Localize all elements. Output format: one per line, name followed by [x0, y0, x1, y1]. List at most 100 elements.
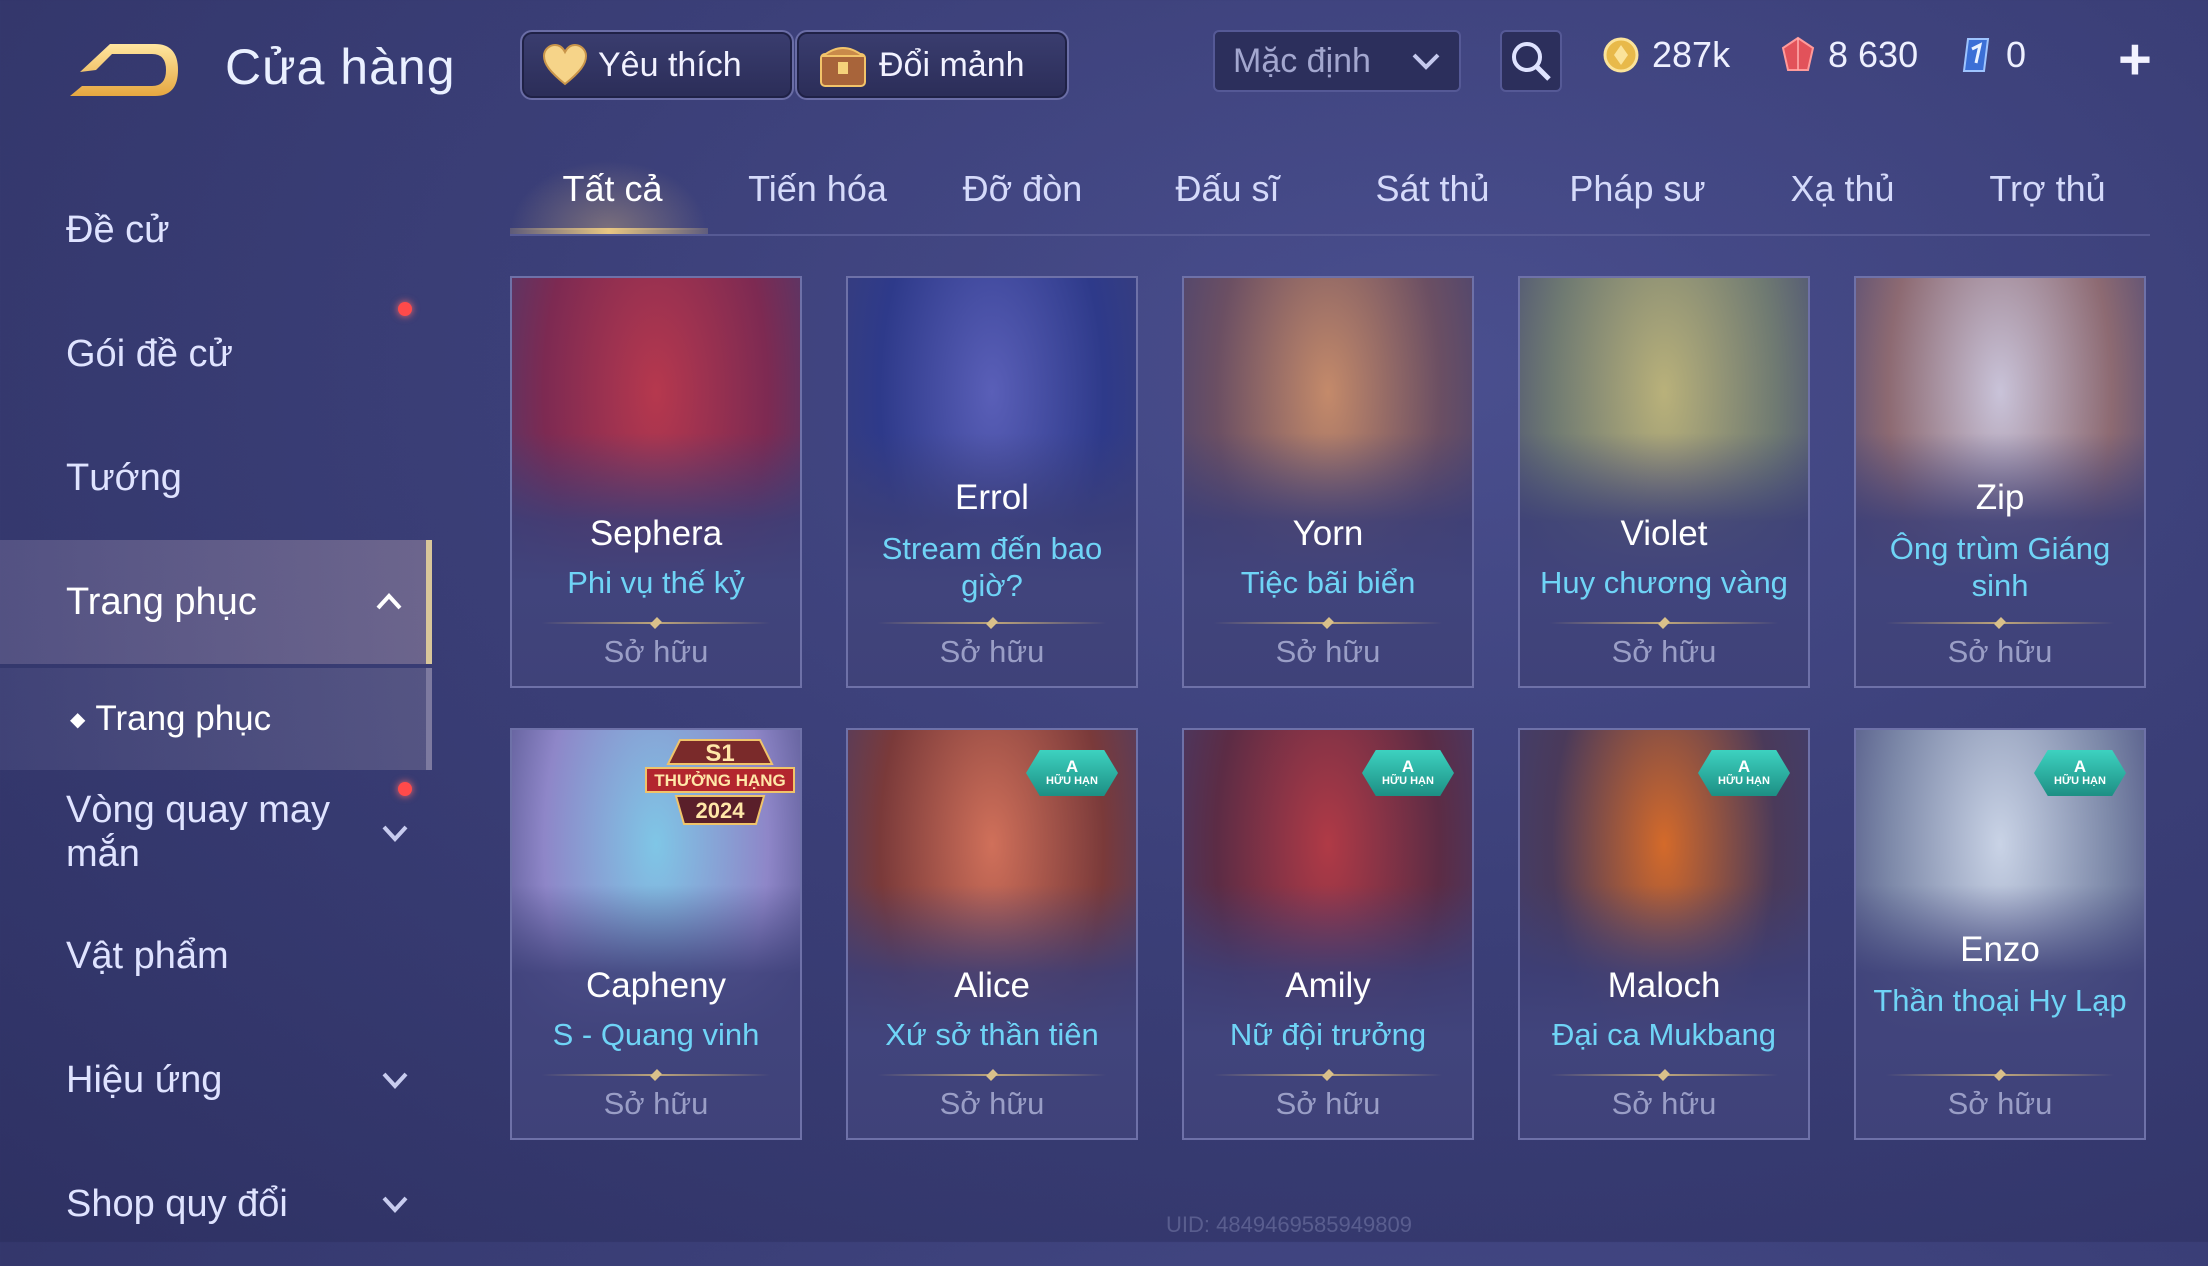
crystal-icon: [1962, 38, 1990, 72]
sidebar-item-skins[interactable]: Trang phục: [0, 540, 432, 664]
player-uid: UID: 4849469585949809: [1166, 1212, 1412, 1237]
page-title: Cửa hàng: [225, 39, 456, 95]
skin-card[interactable]: Sephera Phi vụ thế kỷ Sở hữu: [510, 276, 802, 688]
tab-fighter[interactable]: Đấu sĩ: [1125, 168, 1330, 210]
owned-status: Sở hữu: [1947, 1086, 2053, 1121]
role-tabs: Tất cả Tiến hóa Đỡ đòn Đấu sĩ Sát thủ Ph…: [510, 160, 2150, 236]
sidebar-item-label: Tướng: [66, 456, 182, 499]
skin-name: Thần thoại Hy Lạp: [1873, 983, 2127, 1018]
notification-dot: [398, 302, 412, 316]
skin-card[interactable]: Enzo Thần thoại Hy Lạp Sở hữu A HỮU HẠN: [1854, 728, 2146, 1140]
badge-grade: A: [1737, 756, 1751, 776]
chevron-up-icon: [376, 593, 402, 610]
tab-mage[interactable]: Pháp sư: [1535, 168, 1740, 210]
gold-amount: 287k: [1652, 34, 1731, 75]
sidebar-subitem-skins[interactable]: ◆ Trang phục: [0, 668, 432, 770]
sort-dropdown[interactable]: Mặc định: [1213, 30, 1461, 92]
crystal-amount: 0: [2006, 34, 2027, 75]
favorites-button[interactable]: Yêu thích: [520, 30, 794, 100]
sidebar-item-lucky-spin[interactable]: Vòng quay may mắn: [0, 770, 432, 894]
search-icon: [1512, 42, 1551, 81]
bullet-diamond-icon: ◆: [70, 708, 86, 731]
shard-exchange-button[interactable]: Đổi mảnh: [795, 30, 1069, 100]
badge-season: S1: [705, 740, 734, 767]
chevron-down-icon: [1412, 53, 1440, 70]
limited-badge: A HỮU HẠN: [1026, 750, 1118, 796]
back-arrow-icon: [70, 44, 178, 96]
tab-assassin[interactable]: Sát thủ: [1330, 168, 1535, 210]
hero-name: Enzo: [1960, 930, 2040, 969]
gold-counter: 287k: [1602, 34, 1730, 76]
hero-name: Errol: [955, 478, 1029, 517]
tab-all[interactable]: Tất cả: [510, 168, 715, 210]
sidebar-item-label: Hiệu ứng: [66, 1058, 223, 1101]
badge-title: THƯỞNG HẠNG: [654, 771, 786, 790]
skin-card[interactable]: Violet Huy chương vàng Sở hữu: [1518, 276, 1810, 688]
limited-badge: A HỮU HẠN: [1362, 750, 1454, 796]
hero-name: Capheny: [585, 966, 727, 1005]
skin-name: Huy chương vàng: [1540, 565, 1788, 600]
tab-support[interactable]: Trợ thủ: [1945, 168, 2150, 210]
favorites-label: Yêu thích: [598, 45, 742, 84]
skin-card[interactable]: Capheny S - Quang vinh Sở hữu S1 THƯỞNG HẠNG…: [510, 728, 802, 1140]
treasure-chest-icon: [820, 47, 866, 87]
badge-grade: A: [1401, 756, 1415, 776]
chevron-down-icon: [382, 825, 408, 842]
skin-name: Tiệc bãi biển: [1240, 565, 1416, 600]
skin-card[interactable]: Errol Stream đến bao giờ? Sở hữu: [846, 276, 1138, 688]
sidebar-item-items[interactable]: Vật phẩm: [0, 894, 432, 1018]
owned-status: Sở hữu: [603, 1086, 709, 1121]
hero-name: Violet: [1620, 514, 1708, 553]
season-rank-badge: S1 THƯỞNG HẠNG 2024: [645, 739, 795, 825]
badge-text: HỮU HẠN: [1382, 774, 1434, 787]
sidebar-item-recommended-packs[interactable]: Gói đề cử: [0, 292, 432, 416]
badge-text: HỮU HẠN: [1718, 774, 1770, 787]
gold-coin-icon: [1603, 37, 1639, 73]
skin-name: S - Quang vinh: [552, 1017, 760, 1052]
sidebar-item-label: Vòng quay may mắn: [66, 789, 331, 875]
sidebar-item-label: Đề cử: [66, 208, 170, 251]
skin-name: Xứ sở thần tiên: [885, 1017, 1099, 1052]
sidebar-item-effects[interactable]: Hiệu ứng: [0, 1018, 432, 1142]
heart-icon: [542, 44, 588, 86]
hero-name: Zip: [1975, 478, 2025, 517]
skin-card[interactable]: Maloch Đại ca Mukbang Sở hữu A HỮU HẠN: [1518, 728, 1810, 1140]
hero-name: Maloch: [1607, 966, 1721, 1005]
skin-card[interactable]: Yorn Tiệc bãi biển Sở hữu: [1182, 276, 1474, 688]
sort-value: Mặc định: [1233, 41, 1371, 80]
owned-status: Sở hữu: [1275, 634, 1381, 669]
owned-status: Sở hữu: [1275, 1086, 1381, 1121]
skin-name: Phi vụ thế kỷ: [567, 565, 745, 600]
skin-name: Đại ca Mukbang: [1551, 1017, 1776, 1052]
sidebar-item-recommended[interactable]: Đề cử: [0, 168, 432, 292]
skin-name: Ông trùm Giáng sinh: [1889, 531, 2111, 603]
hero-name: Amily: [1285, 966, 1371, 1005]
active-tab-underline: [510, 228, 708, 234]
top-up-plus-button[interactable]: +: [2118, 26, 2152, 93]
skin-name: Stream đến bao giờ?: [881, 531, 1103, 603]
tab-evolution[interactable]: Tiến hóa: [715, 168, 920, 210]
badge-year: 2024: [696, 798, 746, 823]
crystal-counter: 0: [1958, 34, 2026, 76]
tab-tank[interactable]: Đỡ đòn: [920, 168, 1125, 210]
skin-card[interactable]: Amily Nữ đội trưởng Sở hữu A HỮU HẠN: [1182, 728, 1474, 1140]
owned-status: Sở hữu: [939, 1086, 1045, 1121]
owned-status: Sở hữu: [1947, 634, 2053, 669]
sidebar-item-label: Vật phẩm: [66, 934, 229, 977]
skin-card[interactable]: Alice Xứ sở thần tiên Sở hữu A HỮU HẠN: [846, 728, 1138, 1140]
limited-badge: A HỮU HẠN: [1698, 750, 1790, 796]
skin-name: Nữ đội trưởng: [1229, 1017, 1427, 1052]
badge-text: HỮU HẠN: [1046, 774, 1098, 787]
hero-name: Sephera: [589, 514, 723, 553]
owned-status: Sở hữu: [1611, 1086, 1717, 1121]
skin-card[interactable]: Zip Ông trùm Giáng sinh Sở hữu: [1854, 276, 2146, 688]
sidebar-item-heroes[interactable]: Tướng: [0, 416, 432, 540]
back-button[interactable]: [60, 32, 190, 112]
voucher-gem-icon: [1781, 36, 1815, 71]
sidebar-item-label: Gói đề cử: [66, 332, 233, 375]
tab-marksman[interactable]: Xạ thủ: [1740, 168, 1945, 210]
sidebar-subitem-label: Trang phục: [95, 699, 272, 738]
sidebar-item-exchange-shop[interactable]: Shop quy đổi: [0, 1142, 432, 1266]
badge-grade: A: [2073, 756, 2087, 776]
search-button[interactable]: [1500, 30, 1562, 92]
